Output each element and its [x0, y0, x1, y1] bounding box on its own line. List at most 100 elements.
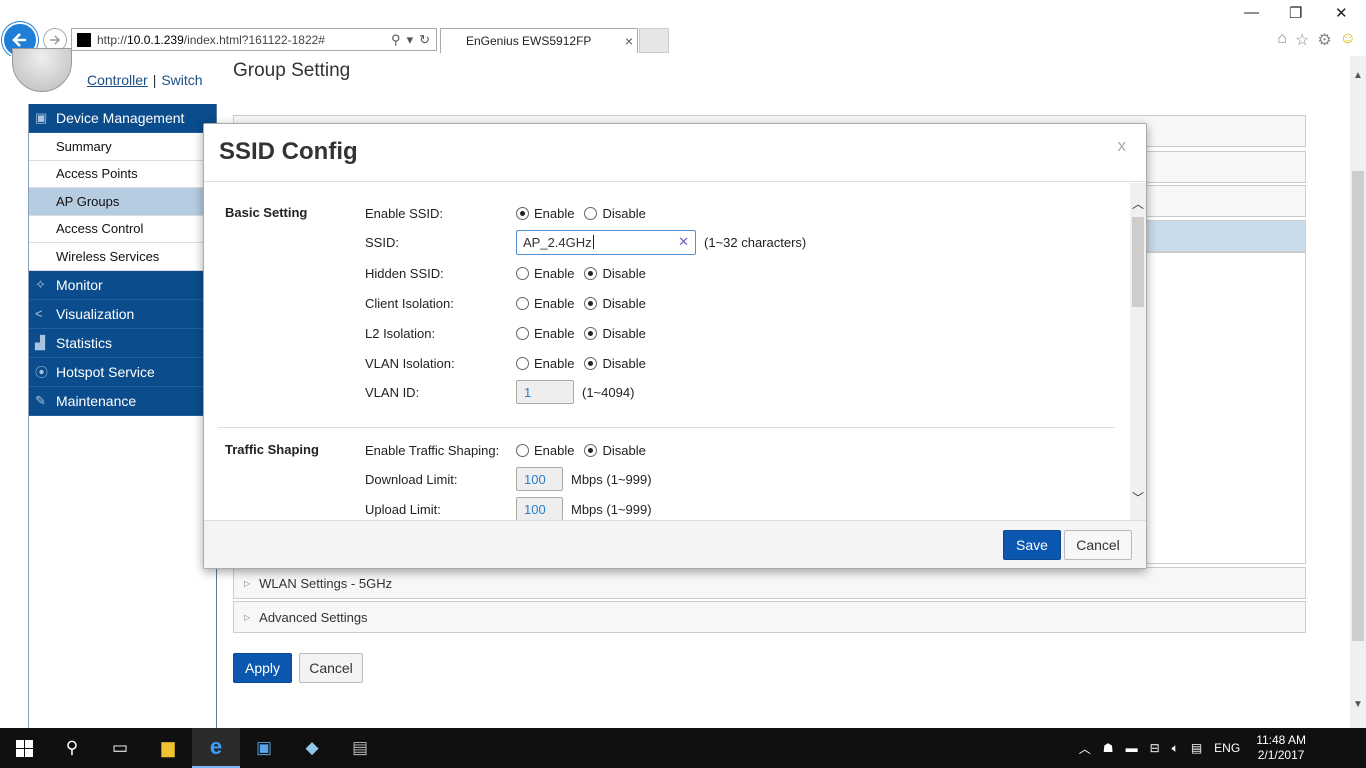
sidebar-item-summary[interactable]: Summary: [29, 133, 216, 161]
new-tab-button[interactable]: [639, 28, 669, 53]
vlan-id-input[interactable]: 1: [516, 380, 574, 404]
apply-button[interactable]: Apply: [233, 653, 292, 683]
scrollbar-thumb[interactable]: [1132, 217, 1144, 307]
system-tray: ︿ ☗ ▬ ⊟ 🔈︎ ▤ ENG 11:48 AM 2/1/2017: [1073, 728, 1366, 768]
scroll-up-icon[interactable]: ▲: [1353, 70, 1363, 81]
client-isolation-disable-radio[interactable]: Disable: [584, 296, 646, 311]
address-bar[interactable]: http://10.0.1.239/index.html?161122-1822…: [71, 28, 437, 51]
radio-dot: [584, 443, 598, 457]
feedback-smiley-icon[interactable]: ☺: [1340, 30, 1356, 50]
mode-separator: |: [152, 72, 157, 88]
browser-tab[interactable]: EnGenius EWS5912FP ×: [440, 28, 638, 53]
wifi-icon: ⦿: [35, 365, 49, 380]
vlan-isolation-disable-radio[interactable]: Disable: [584, 355, 646, 371]
row-enable-ssid: Enable SSID: Enable Disable: [365, 202, 656, 224]
sidebar-section-maintenance[interactable]: ✎ Maintenance: [29, 386, 216, 416]
browser-chrome: http://10.0.1.239/index.html?161122-1822…: [0, 0, 1366, 58]
radio-label: Disable: [602, 355, 646, 371]
scroll-down-icon[interactable]: ﹀: [1132, 489, 1144, 506]
volume-icon[interactable]: 🔈︎: [1172, 741, 1179, 756]
tab-close-icon[interactable]: ×: [625, 33, 633, 49]
dropdown-icon[interactable]: ▾: [407, 32, 414, 48]
client-isolation-enable-radio[interactable]: Enable: [516, 296, 574, 311]
refresh-icon[interactable]: ↻: [419, 32, 430, 48]
app-icon[interactable]: ◆: [288, 728, 336, 768]
ssid-input[interactable]: AP_2.4GHz ✕: [516, 229, 696, 255]
dialog-close-icon[interactable]: x: [1118, 136, 1127, 156]
save-button[interactable]: Save: [1003, 530, 1061, 560]
enable-ssid-enable-radio[interactable]: Enable: [516, 206, 574, 221]
switch-link[interactable]: Switch: [161, 72, 202, 88]
clock[interactable]: 11:48 AM 2/1/2017: [1256, 733, 1306, 763]
minimize-icon[interactable]: —: [1244, 4, 1259, 21]
language-indicator[interactable]: ENG: [1214, 741, 1240, 755]
network-people-icon[interactable]: ☗: [1103, 741, 1114, 755]
enable-ssid-disable-radio[interactable]: Disable: [584, 206, 646, 221]
favicon-icon: [77, 32, 91, 47]
clear-input-icon[interactable]: ✕: [678, 234, 689, 250]
radio-dot: [516, 266, 529, 280]
accordion-advanced-settings[interactable]: ▷ Advanced Settings: [233, 601, 1306, 633]
traffic-shaping-enable-radio[interactable]: Enable: [516, 443, 574, 458]
engenius-logo: [12, 48, 72, 92]
field-label: VLAN Isolation:: [365, 355, 455, 371]
sidebar-item-access-control[interactable]: Access Control: [29, 215, 216, 243]
page-cancel-button[interactable]: Cancel: [299, 653, 363, 683]
close-window-icon[interactable]: ✕: [1335, 4, 1348, 22]
action-center-icon[interactable]: ▤: [1191, 741, 1202, 755]
field-label: Download Limit:: [365, 471, 458, 487]
dialog-footer: Save Cancel: [204, 520, 1146, 568]
l2-isolation-disable-radio[interactable]: Disable: [584, 325, 646, 341]
field-label: Client Isolation:: [365, 295, 454, 311]
hidden-ssid-enable-radio[interactable]: Enable: [516, 266, 574, 281]
radio-dot: [516, 206, 529, 220]
search-icon[interactable]: ⚲: [391, 32, 401, 48]
upload-limit-input[interactable]: 100: [516, 497, 563, 520]
server-manager-icon[interactable]: ▣: [240, 728, 288, 768]
field-label: Hidden SSID:: [365, 265, 444, 281]
scrollbar-thumb[interactable]: [1352, 171, 1364, 641]
wrench-icon: ✎: [35, 392, 46, 408]
sidebar: ▣ Device Management Summary Access Points…: [28, 104, 217, 728]
sidebar-section-monitor[interactable]: ✧ Monitor: [29, 270, 216, 300]
radio-label: Disable: [602, 325, 646, 341]
monitor-icon: ✧: [35, 276, 46, 292]
file-explorer-icon[interactable]: ▆: [144, 728, 192, 768]
vlan-isolation-enable-radio[interactable]: Enable: [516, 356, 574, 371]
start-windows-icon[interactable]: [0, 728, 48, 768]
sidebar-section-statistics[interactable]: ▟ Statistics: [29, 328, 216, 358]
controller-link[interactable]: Controller: [87, 72, 148, 88]
keyboard-icon[interactable]: ▬: [1126, 741, 1138, 755]
hidden-ssid-disable-radio[interactable]: Disable: [584, 266, 646, 281]
page-scrollbar[interactable]: ▲ ▼: [1350, 56, 1366, 728]
internet-explorer-icon[interactable]: e: [192, 728, 240, 768]
sidebar-section-hotspot-service[interactable]: ⦿ Hotspot Service: [29, 357, 216, 387]
network-icon[interactable]: ⊟: [1150, 741, 1160, 755]
settings-gear-icon[interactable]: ⚙: [1317, 30, 1331, 50]
sidebar-section-device-management[interactable]: ▣ Device Management: [29, 104, 216, 133]
favorites-star-icon[interactable]: ☆: [1295, 30, 1309, 50]
tray-chevron-icon[interactable]: ︿: [1079, 740, 1091, 757]
home-icon[interactable]: ⌂: [1277, 30, 1287, 50]
search-icon[interactable]: ⚲: [48, 728, 96, 768]
sidebar-item-ap-groups[interactable]: AP Groups: [29, 188, 216, 216]
tab-title: EnGenius EWS5912FP: [466, 34, 592, 48]
sidebar-item-access-points[interactable]: Access Points: [29, 160, 216, 188]
sidebar-item-wireless-services[interactable]: Wireless Services: [29, 243, 216, 271]
forward-arrow-icon: [50, 35, 61, 45]
accordion-wlan-5ghz[interactable]: ▷ WLAN Settings - 5GHz: [233, 567, 1306, 599]
restore-icon[interactable]: ❐: [1289, 4, 1302, 22]
download-limit-input[interactable]: 100: [516, 467, 563, 491]
taskbar: ⚲ ▭ ▆ e ▣ ◆ ▤ ︿ ☗ ▬ ⊟ 🔈︎ ▤ ENG 11:48 AM …: [0, 728, 1366, 768]
remote-desktop-icon[interactable]: ▤: [336, 728, 384, 768]
traffic-shaping-disable-radio[interactable]: Disable: [584, 443, 646, 458]
l2-isolation-enable-radio[interactable]: Enable: [516, 326, 574, 341]
scroll-down-icon[interactable]: ▼: [1353, 699, 1363, 710]
dialog-scrollbar[interactable]: ︿ ﹀: [1130, 183, 1146, 520]
task-view-icon[interactable]: ▭: [96, 728, 144, 768]
download-limit-hint: Mbps (1~999): [571, 471, 652, 487]
cancel-button[interactable]: Cancel: [1064, 530, 1132, 560]
accordion-label: Advanced Settings: [259, 609, 368, 625]
scroll-up-icon[interactable]: ︿: [1132, 195, 1144, 212]
sidebar-section-visualization[interactable]: < Visualization: [29, 299, 216, 329]
